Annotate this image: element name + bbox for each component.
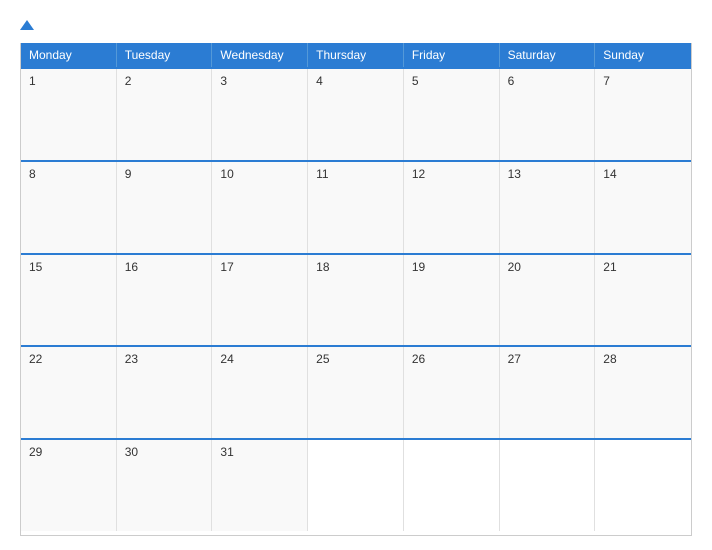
calendar-cell: 28 [595,347,691,438]
day-number: 6 [508,74,515,88]
day-header-thursday: Thursday [308,43,404,67]
day-number: 28 [603,352,616,366]
calendar-cell: 17 [212,255,308,346]
calendar-week-3: 15 16 17 18 19 20 21 [21,253,691,346]
calendar-week-4: 22 23 24 25 26 27 28 [21,345,691,438]
day-number: 26 [412,352,425,366]
calendar-cell: 11 [308,162,404,253]
calendar-cell: 25 [308,347,404,438]
day-header-friday: Friday [404,43,500,67]
calendar-page: MondayTuesdayWednesdayThursdayFridaySatu… [0,0,712,550]
calendar-cell [595,440,691,531]
calendar-cell: 6 [500,69,596,160]
calendar-cell: 24 [212,347,308,438]
day-number: 7 [603,74,610,88]
day-number: 14 [603,167,616,181]
calendar-cell: 14 [595,162,691,253]
day-header-wednesday: Wednesday [212,43,308,67]
calendar-cell: 4 [308,69,404,160]
day-number: 29 [29,445,42,459]
calendar-cell: 31 [212,440,308,531]
calendar-cell: 15 [21,255,117,346]
calendar-cell: 10 [212,162,308,253]
calendar-week-1: 1 2 3 4 5 6 7 [21,67,691,160]
calendar-cell [404,440,500,531]
day-number: 30 [125,445,138,459]
calendar-cell: 23 [117,347,213,438]
day-header-monday: Monday [21,43,117,67]
calendar: MondayTuesdayWednesdayThursdayFridaySatu… [20,43,692,536]
calendar-cell: 16 [117,255,213,346]
calendar-cell: 12 [404,162,500,253]
calendar-cell: 22 [21,347,117,438]
day-number: 12 [412,167,425,181]
day-number: 20 [508,260,521,274]
calendar-week-2: 8 9 10 11 12 13 14 [21,160,691,253]
day-header-sunday: Sunday [595,43,691,67]
day-header-saturday: Saturday [500,43,596,67]
calendar-cell: 18 [308,255,404,346]
calendar-cell: 27 [500,347,596,438]
header [20,18,692,33]
day-number: 5 [412,74,419,88]
calendar-cell [308,440,404,531]
calendar-cell: 7 [595,69,691,160]
day-number: 9 [125,167,132,181]
calendar-cell: 19 [404,255,500,346]
calendar-cell: 9 [117,162,213,253]
calendar-cell: 13 [500,162,596,253]
day-number: 24 [220,352,233,366]
calendar-body: 1234567891011121314151617181920212223242… [21,67,691,531]
day-header-tuesday: Tuesday [117,43,213,67]
day-number: 4 [316,74,323,88]
calendar-cell: 5 [404,69,500,160]
day-number: 17 [220,260,233,274]
day-number: 1 [29,74,36,88]
day-number: 10 [220,167,233,181]
day-number: 27 [508,352,521,366]
calendar-header: MondayTuesdayWednesdayThursdayFridaySatu… [21,43,691,67]
calendar-cell: 8 [21,162,117,253]
calendar-cell: 30 [117,440,213,531]
day-number: 25 [316,352,329,366]
day-number: 15 [29,260,42,274]
calendar-cell: 1 [21,69,117,160]
calendar-cell: 3 [212,69,308,160]
day-number: 22 [29,352,42,366]
day-number: 8 [29,167,36,181]
calendar-cell: 26 [404,347,500,438]
day-number: 3 [220,74,227,88]
logo [20,18,36,33]
calendar-week-5: 29 30 31 [21,438,691,531]
calendar-cell: 2 [117,69,213,160]
day-number: 13 [508,167,521,181]
day-number: 31 [220,445,233,459]
calendar-cell: 21 [595,255,691,346]
logo-blue-text [20,18,36,33]
day-number: 18 [316,260,329,274]
day-number: 11 [316,167,328,181]
calendar-cell: 29 [21,440,117,531]
day-number: 19 [412,260,425,274]
day-number: 23 [125,352,138,366]
day-number: 16 [125,260,138,274]
calendar-cell [500,440,596,531]
calendar-cell: 20 [500,255,596,346]
day-number: 2 [125,74,132,88]
day-number: 21 [603,260,616,274]
